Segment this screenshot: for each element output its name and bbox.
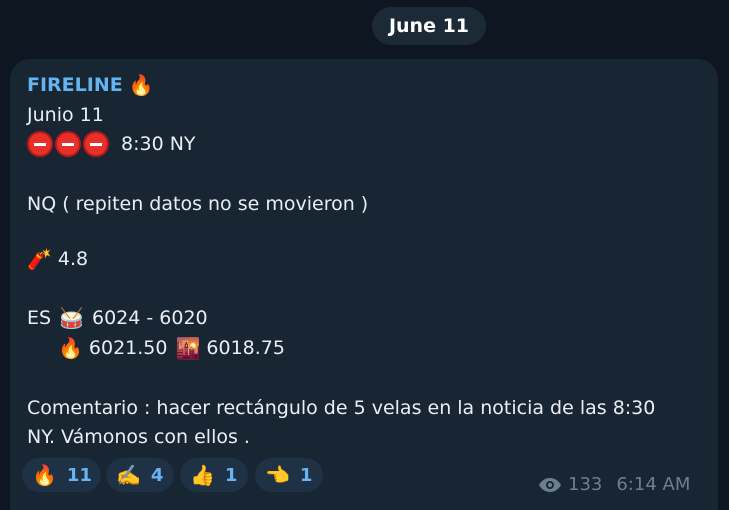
- stop-sign-icon: [27, 131, 53, 157]
- reaction-count: 1: [299, 464, 313, 486]
- message-line: Comentario : hacer rectángulo de 5 velas…: [27, 397, 656, 419]
- message-line: 🧨 4.8: [27, 247, 89, 271]
- date-pill: June 11: [372, 7, 486, 45]
- message-line: 🔥 6021.50 🌇 6018.75: [58, 336, 285, 360]
- thumbs-up-icon: 👍: [190, 463, 215, 487]
- message-time: 6:14 AM: [616, 474, 691, 495]
- pointing-hand-icon: 👈: [265, 463, 290, 487]
- reaction-fire[interactable]: 🔥 11: [22, 458, 101, 492]
- sunset-icon: 🌇: [175, 336, 201, 360]
- message-line: NY. Vámonos con ellos .: [27, 426, 250, 448]
- message-line: ES 🥁 6024 - 6020: [27, 306, 208, 330]
- fire-icon: 🔥: [128, 73, 154, 97]
- reaction-count: 4: [150, 464, 164, 486]
- reaction-count: 1: [224, 464, 238, 486]
- date-label: June 11: [388, 15, 470, 37]
- eye-icon: [539, 477, 561, 492]
- message-line: NQ ( repiten datos no se movieron ): [27, 193, 369, 215]
- reaction-count: 11: [66, 464, 92, 486]
- sender-name[interactable]: FIRELINE 🔥: [27, 74, 154, 96]
- drum-icon: 🥁: [59, 306, 84, 330]
- view-count: 133: [568, 474, 603, 495]
- stop-sign-icon: [55, 131, 81, 157]
- fire-icon: 🔥: [58, 336, 83, 360]
- message-line: Junio 11: [27, 104, 104, 126]
- message-line: 8:30 NY: [27, 131, 196, 157]
- reaction-pointing-hand[interactable]: 👈 1: [255, 458, 323, 492]
- firecracker-icon: 🧨: [27, 247, 52, 271]
- message-meta: 133 6:14 AM: [538, 474, 690, 495]
- stop-sign-icon: [83, 131, 109, 157]
- fire-icon: 🔥: [32, 463, 57, 487]
- reaction-writing-hand[interactable]: ✍️ 4: [106, 458, 174, 492]
- writing-hand-icon: ✍️: [116, 463, 141, 487]
- reaction-thumbs-up[interactable]: 👍 1: [180, 458, 248, 492]
